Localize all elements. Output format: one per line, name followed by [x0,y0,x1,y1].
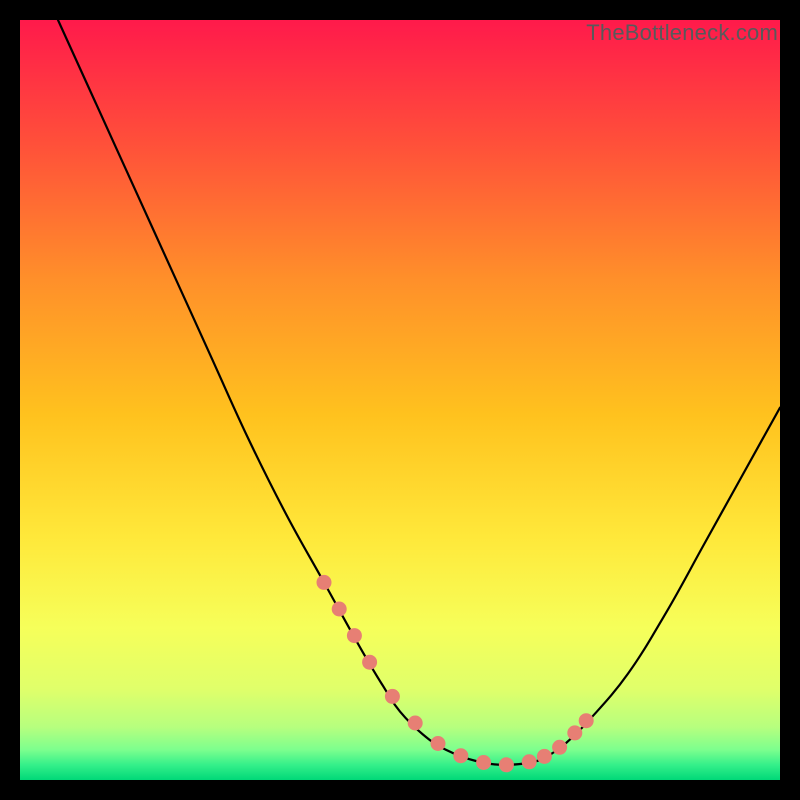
plot-area: TheBottleneck.com [20,20,780,780]
watermark-text: TheBottleneck.com [586,20,778,46]
chart-frame: TheBottleneck.com [0,0,800,800]
gradient-background [20,20,780,780]
